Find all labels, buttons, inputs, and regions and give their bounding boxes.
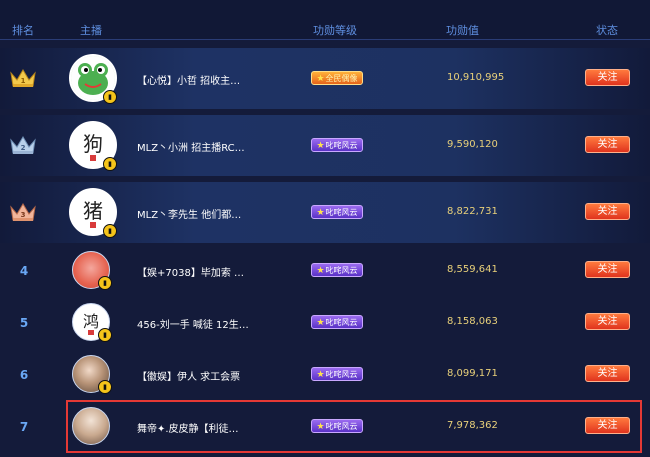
streamer-name[interactable]: MLZ丶小洲 招主播RC… (137, 139, 245, 154)
merit-value: 8,099,171 (447, 368, 498, 379)
silver-crown-icon: 2 (10, 136, 36, 154)
streamer-name[interactable]: MLZ丶李先生 他们都… (137, 206, 241, 221)
level-badge-icon: ▮ (98, 380, 112, 394)
table-row[interactable]: 6 ▮ 【徽娱】伊人 求工会票 ★叱咤风云 8,099,171 关注 (0, 348, 650, 401)
level-badge-icon: ▮ (98, 328, 112, 342)
star-icon: ★ (316, 318, 325, 328)
follow-button[interactable]: 关注 (585, 365, 630, 382)
follow-button[interactable]: 关注 (585, 136, 630, 153)
header-streamer: 主播 (80, 24, 102, 37)
streamer-name[interactable]: 【心悦】小哲 招收主… (137, 72, 240, 87)
header-rank: 排名 (12, 24, 34, 37)
level-tag: ★叱咤风云 (311, 205, 363, 219)
follow-button[interactable]: 关注 (585, 203, 630, 220)
table-row[interactable]: 2 狗 ▮ MLZ丶小洲 招主播RC… ★叱咤风云 9,590,120 关注 (0, 115, 650, 176)
streamer-name[interactable]: 舞帝✦.皮皮静【利徒… (137, 420, 239, 435)
table-row[interactable]: 7 舞帝✦.皮皮静【利徒… ★叱咤风云 7,978,362 关注 (0, 400, 650, 453)
merit-value: 9,590,120 (447, 139, 498, 150)
gold-crown-icon: 1 (10, 69, 36, 87)
rank-number: 6 (19, 368, 29, 382)
level-tag: ★叱咤风云 (311, 138, 363, 152)
header-level: 功勋等级 (313, 24, 357, 37)
follow-button[interactable]: 关注 (585, 417, 630, 434)
streamer-name[interactable]: 456-刘一手 喊徒 12生… (137, 316, 249, 331)
level-badge-icon: ▮ (103, 157, 117, 171)
svg-text:2: 2 (21, 144, 26, 152)
level-badge-icon: ▮ (103, 90, 117, 104)
svg-text:3: 3 (21, 211, 26, 219)
rank-number: 4 (19, 264, 29, 278)
level-tag: ★叱咤风云 (311, 367, 363, 381)
merit-value: 7,978,362 (447, 420, 498, 431)
svg-text:鸿: 鸿 (83, 312, 99, 331)
svg-text:狗: 狗 (83, 132, 103, 156)
star-icon: ★ (316, 422, 325, 432)
table-row[interactable]: 1 ▮ 【心悦】小哲 招收主… ★全民偶像 10,910,995 关注 (0, 48, 650, 109)
avatar[interactable] (72, 407, 110, 445)
merit-value: 8,158,063 (447, 316, 498, 327)
svg-text:1: 1 (21, 77, 26, 85)
streamer-name[interactable]: 【徽娱】伊人 求工会票 (137, 368, 240, 383)
bronze-crown-icon: 3 (10, 203, 36, 221)
follow-button[interactable]: 关注 (585, 69, 630, 86)
star-icon: ★ (316, 370, 325, 380)
star-icon: ★ (316, 141, 325, 151)
table-row[interactable]: 5 鸿 ▮ 456-刘一手 喊徒 12生… ★叱咤风云 8,158,063 关注 (0, 296, 650, 349)
merit-value: 8,559,641 (447, 264, 498, 275)
level-tag: ★叱咤风云 (311, 315, 363, 329)
follow-button[interactable]: 关注 (585, 313, 630, 330)
header-status: 状态 (596, 24, 618, 37)
table-row[interactable]: 3 猪 ▮ MLZ丶李先生 他们都… ★叱咤风云 8,822,731 关注 (0, 182, 650, 243)
streamer-name[interactable]: 【娱+7038】毕加索 … (137, 264, 244, 279)
level-badge-icon: ▮ (98, 276, 112, 290)
star-icon: ★ (316, 208, 325, 218)
level-tag: ★叱咤风云 (311, 263, 363, 277)
star-icon: ★ (316, 266, 325, 276)
table-row[interactable]: 4 ▮ 【娱+7038】毕加索 … ★叱咤风云 8,559,641 关注 (0, 244, 650, 297)
level-tag: ★叱咤风云 (311, 419, 363, 433)
rank-number: 7 (19, 420, 29, 434)
merit-value: 8,822,731 (447, 206, 498, 217)
level-tag: ★全民偶像 (311, 71, 363, 85)
header-value: 功勋值 (446, 24, 479, 37)
star-icon: ★ (316, 74, 325, 84)
table-header: 排名 主播 功勋等级 功勋值 状态 (0, 0, 650, 40)
svg-text:猪: 猪 (83, 199, 103, 223)
follow-button[interactable]: 关注 (585, 261, 630, 278)
rank-number: 5 (19, 316, 29, 330)
level-badge-icon: ▮ (103, 224, 117, 238)
merit-value: 10,910,995 (447, 72, 505, 83)
